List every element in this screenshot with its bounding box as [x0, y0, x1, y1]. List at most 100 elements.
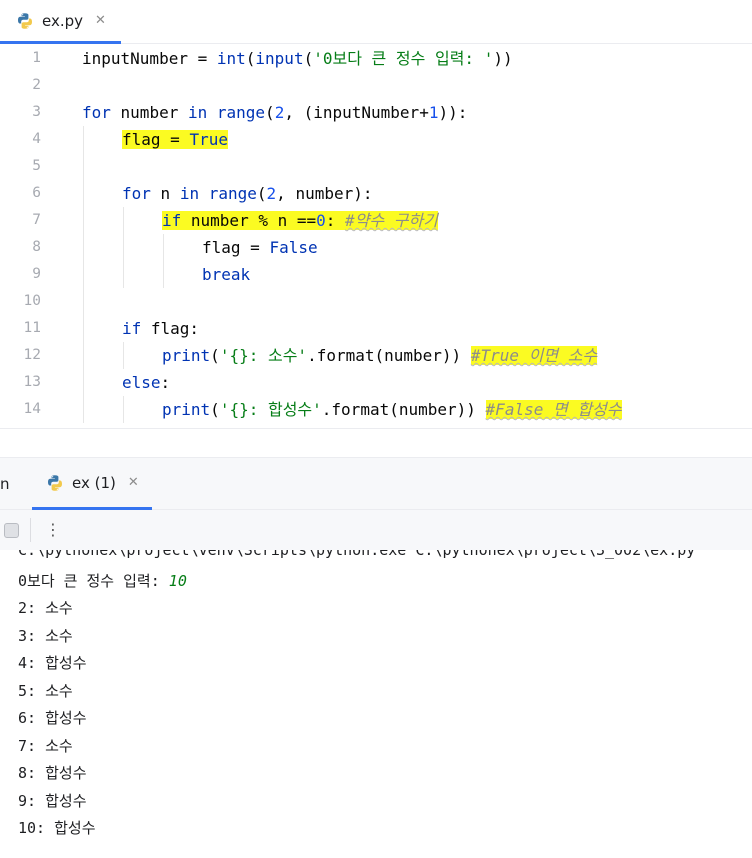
code-token: , number): [276, 184, 373, 203]
line-number[interactable]: 7 [0, 207, 41, 234]
python-run-icon [46, 474, 64, 492]
line-code: if flag: [122, 315, 199, 342]
code-token: number % n == [181, 211, 317, 230]
run-toolbar: ⋮ [0, 510, 752, 550]
code-line[interactable]: 4 flag = True [0, 126, 752, 153]
code-token: False [269, 238, 318, 257]
code-token: )) [493, 49, 513, 68]
code-line[interactable]: 2 [0, 72, 752, 99]
code-line[interactable]: 11 if flag: [0, 315, 752, 342]
code-token: .format(number)) [307, 346, 471, 365]
console-output-line: 7: 소수 [18, 736, 73, 755]
console-output-line: 6: 합성수 [18, 709, 87, 727]
code-token: '0보다 큰 정수 입력: ' [313, 49, 494, 68]
indent-guide [123, 207, 124, 288]
console-output-line: 5: 소수 [18, 681, 73, 700]
code-token: flag = [122, 130, 190, 149]
line-number[interactable]: 4 [0, 126, 41, 153]
close-icon[interactable]: ✕ [95, 13, 106, 28]
line-number[interactable]: 13 [0, 369, 41, 396]
more-options-icon[interactable]: ⋮ [42, 516, 64, 544]
console-command-line: C:\pythonex\project\venv\Scripts\python.… [18, 550, 696, 559]
run-tab-ex[interactable]: ex (1) ✕ [32, 458, 152, 510]
editor-tab-bar: ex.py ✕ [0, 0, 752, 44]
code-token: n [150, 184, 180, 203]
code-token: else [122, 373, 161, 392]
code-token: print [162, 346, 211, 365]
editor-tab-label: ex.py [42, 11, 84, 30]
code-token: int [216, 49, 246, 68]
code-token: inputNumber = [82, 49, 217, 68]
console-prompt-line: 0보다 큰 정수 입력: 10 [18, 568, 187, 595]
code-token: 0 [316, 211, 326, 230]
code-line[interactable]: 5 [0, 153, 752, 180]
line-code: print('{}: 소수'.format(number)) #True 이면 … [162, 342, 598, 369]
indent-guide [83, 126, 84, 423]
code-token: ( [303, 49, 314, 68]
run-console-output[interactable]: C:\pythonex\project\venv\Scripts\python.… [0, 550, 752, 858]
line-number[interactable]: 5 [0, 153, 41, 180]
console-output-line: 2: 소수 [18, 599, 73, 617]
code-line[interactable]: 1 inputNumber = int(input('0보다 큰 정수 입력: '… [0, 45, 752, 72]
code-token: , (inputNumber+ [284, 103, 429, 122]
code-line[interactable]: 8 flag = False [0, 234, 752, 261]
code-comment: #약수 구하기 [345, 211, 438, 230]
line-code: flag = True [122, 126, 228, 153]
indent-guide [123, 396, 124, 423]
code-token: ( [210, 400, 220, 419]
code-token: '{}: 합성수' [219, 400, 322, 419]
line-code: for number in range(2, (inputNumber+1)): [82, 99, 467, 126]
line-code: inputNumber = int(input('0보다 큰 정수 입력: ')… [82, 45, 513, 72]
line-number[interactable]: 2 [0, 72, 41, 99]
code-token: True [189, 130, 228, 149]
code-token: 2 [266, 184, 277, 203]
code-line[interactable]: 9 break [0, 261, 752, 288]
line-code: print('{}: 합성수'.format(number)) #False 면… [162, 396, 622, 423]
code-token: number [110, 103, 188, 122]
line-number[interactable]: 8 [0, 234, 41, 261]
stop-icon[interactable] [4, 523, 19, 538]
code-token: )): [438, 103, 468, 122]
run-tool-window-header: n ex (1) ✕ [0, 458, 752, 510]
code-token: for [122, 184, 151, 203]
line-code: break [202, 261, 250, 288]
line-number[interactable]: 1 [0, 45, 41, 72]
indent-guide [163, 234, 164, 288]
code-editor[interactable]: 1 inputNumber = int(input('0보다 큰 정수 입력: '… [0, 44, 752, 428]
code-line[interactable]: 10 [0, 288, 752, 315]
line-number[interactable]: 12 [0, 342, 41, 369]
code-line[interactable]: 3 for number in range(2, (inputNumber+1))… [0, 99, 752, 126]
code-token: flag: [141, 319, 200, 338]
line-number[interactable]: 11 [0, 315, 41, 342]
code-line[interactable]: 6 for n in range(2, number): [0, 180, 752, 207]
code-comment: #False 면 합성수 [485, 400, 622, 419]
code-token: ( [265, 103, 275, 122]
code-token: if [122, 319, 142, 338]
code-line[interactable]: 13 else: [0, 369, 752, 396]
panel-splitter[interactable] [0, 428, 752, 458]
code-line[interactable]: 12 print('{}: 소수'.format(number)) #True 이… [0, 342, 752, 369]
line-number[interactable]: 3 [0, 99, 41, 126]
code-token: print [162, 400, 211, 419]
line-code: for n in range(2, number): [122, 180, 373, 207]
console-output-line: 3: 소수 [18, 626, 73, 645]
console-output-line: 8: 합성수 [18, 764, 87, 782]
code-line[interactable]: 7 if number % n ==0: #약수 구하기 [0, 207, 752, 234]
line-code: else: [122, 369, 170, 396]
console-output-line: 9: 합성수 [18, 791, 87, 810]
close-icon[interactable]: ✕ [128, 475, 139, 490]
line-code: flag = False [202, 234, 318, 261]
editor-tab-ex-py[interactable]: ex.py ✕ [0, 0, 121, 44]
line-number[interactable]: 9 [0, 261, 41, 288]
code-token: .format(number)) [321, 400, 486, 419]
code-line[interactable]: 14 print('{}: 합성수'.format(number)) #False… [0, 396, 752, 423]
code-token: in [179, 184, 200, 203]
console-output-line: 4: 합성수 [18, 654, 87, 672]
code-comment: #True 이면 소수 [470, 346, 598, 365]
line-number[interactable]: 14 [0, 396, 41, 423]
line-number[interactable]: 6 [0, 180, 41, 207]
line-number[interactable]: 10 [0, 288, 41, 315]
code-token: in [187, 103, 208, 122]
console-output-line: 10: 합성수 [18, 819, 96, 837]
code-token: if [162, 211, 182, 230]
